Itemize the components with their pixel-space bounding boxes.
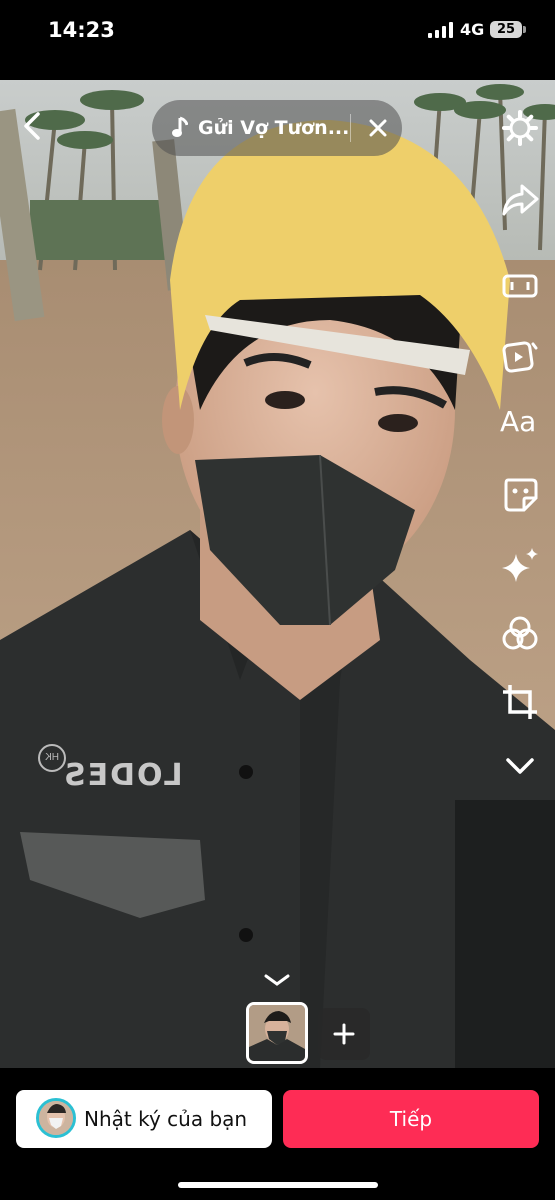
your-diary-label: Nhật ký của bạn xyxy=(84,1107,248,1131)
plus-icon xyxy=(333,1023,355,1045)
cellular-signal-icon xyxy=(428,22,453,38)
next-button[interactable]: Tiếp xyxy=(283,1090,539,1148)
crop-icon[interactable] xyxy=(500,682,540,722)
home-indicator xyxy=(178,1182,378,1188)
effects-icon[interactable] xyxy=(500,546,540,586)
network-type: 4G xyxy=(460,20,485,39)
your-diary-button[interactable]: Nhật ký của bạn xyxy=(16,1090,272,1148)
status-time: 14:23 xyxy=(48,18,115,42)
avatar xyxy=(36,1098,76,1138)
music-title: Gửi Vợ Tươn... xyxy=(198,117,350,139)
thumbnail-image xyxy=(249,1005,305,1061)
collapse-chevron-icon[interactable] xyxy=(262,972,292,988)
selected-photo-thumbnail[interactable] xyxy=(246,1002,308,1064)
share-icon[interactable] xyxy=(500,180,540,220)
text-tool[interactable]: Aa xyxy=(500,405,542,445)
video-template-icon[interactable] xyxy=(500,336,540,376)
shirt-badge: HK xyxy=(38,744,66,772)
music-selector[interactable]: Gửi Vợ Tươn... xyxy=(152,100,402,156)
filters-icon[interactable] xyxy=(500,614,540,654)
close-icon[interactable] xyxy=(366,116,390,140)
settings-icon[interactable] xyxy=(500,108,540,148)
status-bar: 14:23 4G 25 xyxy=(0,0,555,80)
add-media-button[interactable] xyxy=(318,1008,370,1060)
photo-preview[interactable]: LODES HK xyxy=(0,80,555,1068)
music-note-icon xyxy=(172,116,188,137)
avatar-image xyxy=(39,1101,73,1135)
sticker-icon[interactable] xyxy=(500,474,540,514)
back-arrow-icon[interactable] xyxy=(18,108,48,144)
music-divider xyxy=(350,114,351,142)
more-chevron-icon[interactable] xyxy=(500,746,540,786)
battery-icon: 25 xyxy=(490,21,522,38)
shirt-print-text: LODES xyxy=(62,758,183,793)
battery-tip xyxy=(523,26,526,33)
ratio-icon[interactable] xyxy=(500,266,540,306)
selfie-photo xyxy=(0,80,555,1068)
